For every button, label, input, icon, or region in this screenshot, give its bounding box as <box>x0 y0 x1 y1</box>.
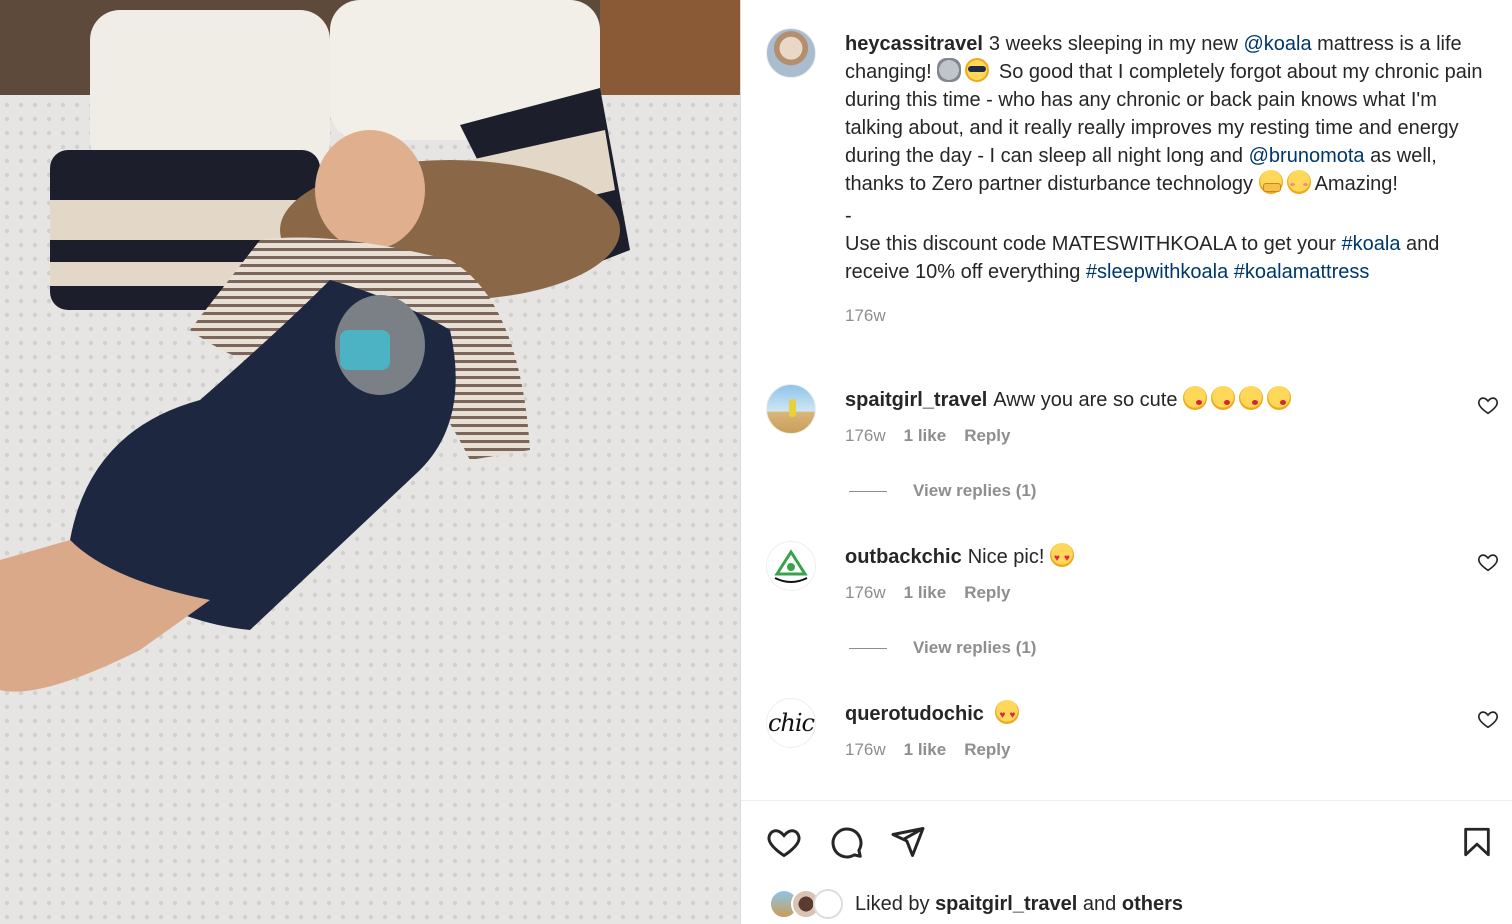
commenter-username[interactable]: outbackchic <box>845 546 962 568</box>
comment-heart-icon[interactable] <box>1477 551 1499 573</box>
hugging-emoji-icon <box>1258 170 1283 194</box>
post-photo[interactable] <box>0 0 740 924</box>
liked-by-summary[interactable]: Liked by spaitgirl_travel and others <box>769 886 1183 922</box>
author-username[interactable]: heycassitravel <box>845 33 983 55</box>
mention-bruno-link[interactable]: @brunomota <box>1249 145 1365 167</box>
kiss-emoji-icon <box>1239 386 1264 410</box>
view-replies-label: View replies (1) <box>913 481 1037 500</box>
action-bar-divider <box>741 800 1512 801</box>
comment-body: spaitgirl_travel Aww you are so cute <box>845 386 1295 414</box>
reply-button[interactable]: Reply <box>964 583 1010 603</box>
liker-avatar <box>813 889 843 919</box>
commenter-username[interactable]: spaitgirl_travel <box>845 389 987 411</box>
hashtag-koala-link[interactable]: #koala <box>1342 233 1401 255</box>
hashtag-koalamattress-link[interactable]: #koalamattress <box>1234 261 1370 283</box>
replies-divider-line <box>849 647 887 649</box>
comment-item: spaitgirl_travel Aww you are so cute 176w… <box>741 384 1512 464</box>
liked-by-others[interactable]: others <box>1122 893 1183 916</box>
share-icon[interactable] <box>890 824 926 860</box>
comment-icon[interactable] <box>828 824 864 860</box>
commenter-avatar[interactable] <box>766 541 816 591</box>
comment-body: querotudochic <box>845 700 1023 730</box>
comment-item: chic querotudochic 176w 1 like Reply <box>741 698 1512 778</box>
comment-meta: 176w 1 like Reply <box>845 740 1010 760</box>
comment-timestamp[interactable]: 176w <box>845 740 886 760</box>
caption-separator: - <box>845 205 852 227</box>
photo-illustration <box>0 0 740 924</box>
caption-text-1: 3 weeks sleeping in my new <box>988 33 1244 55</box>
commenter-avatar[interactable]: chic <box>766 698 816 748</box>
heart-eyes-emoji-icon <box>1049 543 1074 573</box>
outback-logo-icon <box>774 549 808 583</box>
blushing-emoji-icon <box>1286 170 1311 194</box>
post-timestamp[interactable]: 176w <box>845 302 1485 330</box>
heart-eyes-emoji-icon <box>995 700 1020 730</box>
kiss-emoji-icon <box>1183 386 1208 410</box>
kiss-emoji-icon <box>1211 386 1236 410</box>
comment-timestamp[interactable]: 176w <box>845 426 886 446</box>
caption-text-5: Amazing! <box>1314 173 1398 195</box>
author-avatar[interactable] <box>766 28 816 78</box>
discount-text: Use this discount code MATESWITHKOALA to… <box>845 233 1342 255</box>
commenter-username[interactable]: querotudochic <box>845 703 984 725</box>
liked-by-mid: and <box>1082 892 1117 915</box>
view-replies-label: View replies (1) <box>913 638 1037 657</box>
comment-meta: 176w 1 like Reply <box>845 583 1010 603</box>
liker-avatars <box>769 889 843 919</box>
comment-heart-icon[interactable] <box>1477 394 1499 416</box>
comment-likes[interactable]: 1 like <box>904 426 947 446</box>
commenter-avatar[interactable] <box>766 384 816 434</box>
sleeping-mask-emoji-icon <box>965 58 990 82</box>
comment-text: Nice pic! <box>967 546 1045 568</box>
bookmark-icon[interactable] <box>1460 824 1494 860</box>
kiss-emoji-icon <box>1267 386 1292 410</box>
hashtag-sleepwithkoala-link[interactable]: #sleepwithkoala <box>1086 261 1228 283</box>
post-action-bar <box>766 824 926 864</box>
koala-emoji-icon <box>937 58 962 82</box>
view-replies-button[interactable]: View replies (1) <box>849 638 1036 658</box>
comment-timestamp[interactable]: 176w <box>845 583 886 603</box>
comment-meta: 176w 1 like Reply <box>845 426 1010 446</box>
comment-heart-icon[interactable] <box>1477 708 1499 730</box>
comment-likes[interactable]: 1 like <box>904 583 947 603</box>
heart-icon[interactable] <box>766 824 802 860</box>
reply-button[interactable]: Reply <box>964 740 1010 760</box>
replies-divider-line <box>849 490 887 492</box>
liked-by-user[interactable]: spaitgirl_travel <box>935 893 1077 916</box>
comment-text: Aww you are so cute <box>993 389 1178 411</box>
liked-by-prefix: Liked by <box>855 892 930 915</box>
view-replies-button[interactable]: View replies (1) <box>849 481 1036 501</box>
caption-discount-paragraph: Use this discount code MATESWITHKOALA to… <box>845 230 1485 286</box>
comment-item: outbackchicNice pic! 176w 1 like Reply <box>741 541 1512 621</box>
reply-button[interactable]: Reply <box>964 426 1010 446</box>
mention-koala-link[interactable]: @koala <box>1243 33 1311 55</box>
post-detail-panel: heycassitravel 3 weeks sleeping in my new… <box>740 0 1512 924</box>
comment-likes[interactable]: 1 like <box>904 740 947 760</box>
comment-body: outbackchic Nice pic! <box>845 543 1078 573</box>
post-caption: heycassitravel 3 weeks sleeping in my new… <box>845 30 1485 330</box>
